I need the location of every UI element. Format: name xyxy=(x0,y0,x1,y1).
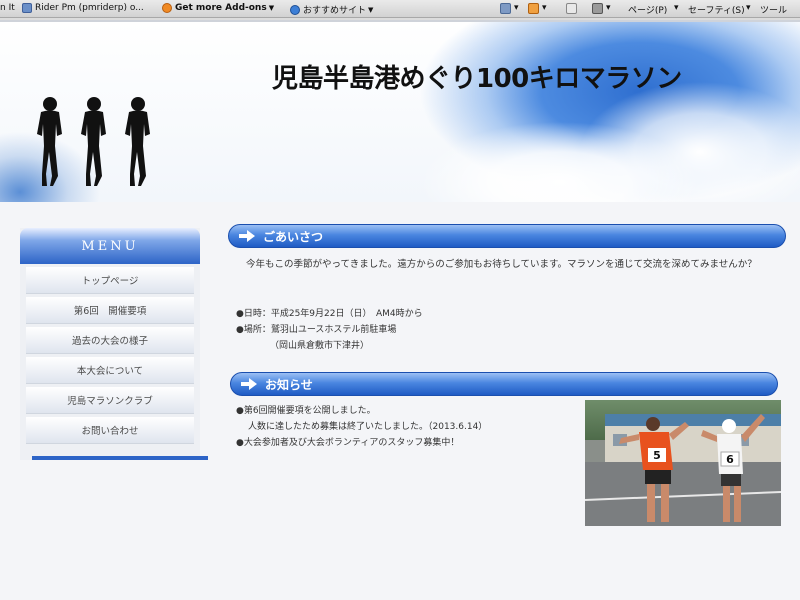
menu-item-label: お問い合わせ xyxy=(81,426,139,437)
greeting-heading: ごあいさつ xyxy=(228,224,786,248)
event-place-sub: （岡山県倉敷市下津井） xyxy=(270,341,370,351)
event-date: ●日時：平成25年9月22日（日） AM4時から xyxy=(236,309,423,319)
bookmark-recommended[interactable]: おすすめサイト ▼ xyxy=(290,3,373,16)
greeting-text: 今年もこの季節がやってきました。遠方からのご参加もお待ちしています。マラソンを通… xyxy=(246,259,757,270)
print-icon[interactable] xyxy=(592,3,603,14)
menu-item-guidelines[interactable]: 第6回 開催要項 xyxy=(26,297,194,324)
ie-icon xyxy=(290,4,300,15)
tab-partial[interactable]: n It xyxy=(0,3,15,13)
home-icon[interactable] xyxy=(500,3,511,14)
chevron-down-icon[interactable]: ▾ xyxy=(606,3,611,13)
chevron-down-icon[interactable]: ▾ xyxy=(674,3,679,13)
menu-item-label: 過去の大会の様子 xyxy=(71,336,148,347)
safety-menu[interactable]: セーフティ(S) xyxy=(688,3,745,16)
menu-title: MENU xyxy=(20,228,200,264)
menu-item-label: 本大会について xyxy=(76,366,144,377)
menu-footer-bar xyxy=(32,456,208,460)
chevron-down-icon: ▼ xyxy=(268,4,275,12)
tools-menu[interactable]: ツール xyxy=(760,3,787,16)
sidebar-menu: MENU トップページ 第6回 開催要項 過去の大会の様子 本大会について 児島… xyxy=(20,228,208,460)
bib-number-right: 6 xyxy=(726,453,734,466)
news-item[interactable]: ●大会参加者及び大会ボランティアのスタッフ募集中！ xyxy=(236,435,459,448)
news-heading: お知らせ xyxy=(230,372,778,396)
menu-item-contact[interactable]: お問い合わせ xyxy=(26,417,194,444)
finish-line-photo: 5 6 xyxy=(585,400,781,526)
news-title: お知らせ xyxy=(265,377,313,392)
arrow-right-icon xyxy=(239,230,255,242)
menu-item-club[interactable]: 児島マラソンクラブ xyxy=(26,387,194,414)
bookmark-addons-label: Get more Add-ons xyxy=(175,3,267,13)
chevron-down-icon: ▼ xyxy=(368,5,374,14)
menu-item-label: 第6回 開催要項 xyxy=(73,306,147,317)
page-icon xyxy=(22,3,32,13)
runners-silhouette-icon xyxy=(37,97,150,186)
chevron-down-icon[interactable]: ▾ xyxy=(746,3,751,13)
bib-number-left: 5 xyxy=(653,449,661,462)
event-place: ●場所：鷲羽山ユースホステル前駐車場 xyxy=(236,325,397,335)
bookmark-rider[interactable]: Rider Pm (pmriderp) o... xyxy=(22,3,144,13)
arrow-right-icon xyxy=(241,378,257,390)
menu-item-label: トップページ xyxy=(81,276,139,287)
browser-toolbar: n It Rider Pm (pmriderp) o... Get more A… xyxy=(0,0,800,18)
chevron-down-icon[interactable]: ▾ xyxy=(542,3,547,13)
news-item: 人数に達したため募集は終了いたしました。（2013.6.14） xyxy=(248,422,488,432)
menu-item-top[interactable]: トップページ xyxy=(26,267,194,294)
bookmark-recommended-label: おすすめサイト xyxy=(303,6,367,16)
site-title: 児島半島港めぐり100キロマラソン xyxy=(272,64,682,94)
menu-item-about[interactable]: 本大会について xyxy=(26,357,194,384)
addons-icon xyxy=(162,3,172,13)
rss-icon[interactable] xyxy=(528,3,539,14)
menu-item-label: 児島マラソンクラブ xyxy=(67,396,153,407)
bookmark-addons[interactable]: Get more Add-ons ▼ xyxy=(162,3,274,13)
news-item[interactable]: ●第6回開催要項を公開しました。 xyxy=(236,403,376,416)
mail-icon[interactable] xyxy=(566,3,577,14)
menu-item-past-events[interactable]: 過去の大会の様子 xyxy=(26,327,194,354)
greeting-body: 今年もこの季節がやってきました。遠方からのご参加もお待ちしています。マラソンを通… xyxy=(236,256,776,273)
runners-photo-icon: 5 6 xyxy=(585,400,781,526)
tab-partial-label: n It xyxy=(0,3,15,13)
chevron-down-icon[interactable]: ▾ xyxy=(514,3,519,13)
bookmark-rider-label: Rider Pm (pmriderp) o... xyxy=(35,3,144,13)
header-banner: 児島半島港めぐり100キロマラソン xyxy=(0,22,800,202)
greeting-title: ごあいさつ xyxy=(263,229,324,244)
page-menu[interactable]: ページ(P) xyxy=(628,3,667,16)
